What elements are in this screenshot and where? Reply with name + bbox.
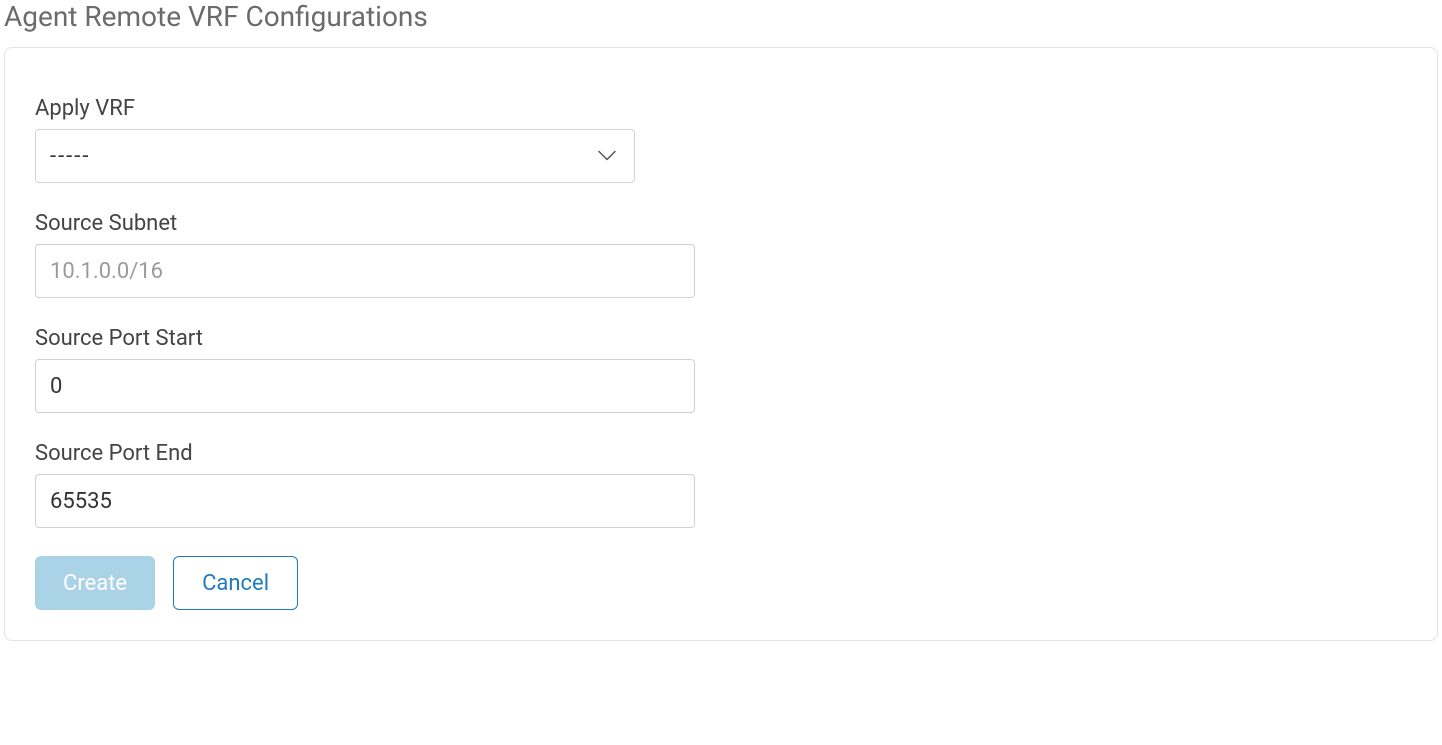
source-port-start-input[interactable] [35, 359, 695, 413]
source-subnet-input[interactable] [35, 244, 695, 298]
source-port-end-input[interactable] [35, 474, 695, 528]
form-panel: Apply VRF ----- Source Subnet Source Por… [4, 47, 1438, 641]
field-source-subnet: Source Subnet [35, 211, 1407, 298]
source-port-start-label: Source Port Start [35, 326, 1407, 351]
apply-vrf-label: Apply VRF [35, 96, 1407, 121]
cancel-button[interactable]: Cancel [173, 556, 298, 610]
field-source-port-end: Source Port End [35, 441, 1407, 528]
apply-vrf-select-wrapper: ----- [35, 129, 635, 183]
field-apply-vrf: Apply VRF ----- [35, 96, 1407, 183]
create-button[interactable]: Create [35, 556, 155, 610]
source-port-end-label: Source Port End [35, 441, 1407, 466]
field-source-port-start: Source Port Start [35, 326, 1407, 413]
page-title: Agent Remote VRF Configurations [4, 0, 1442, 33]
source-subnet-label: Source Subnet [35, 211, 1407, 236]
button-row: Create Cancel [35, 556, 1407, 610]
apply-vrf-select[interactable]: ----- [35, 129, 635, 183]
